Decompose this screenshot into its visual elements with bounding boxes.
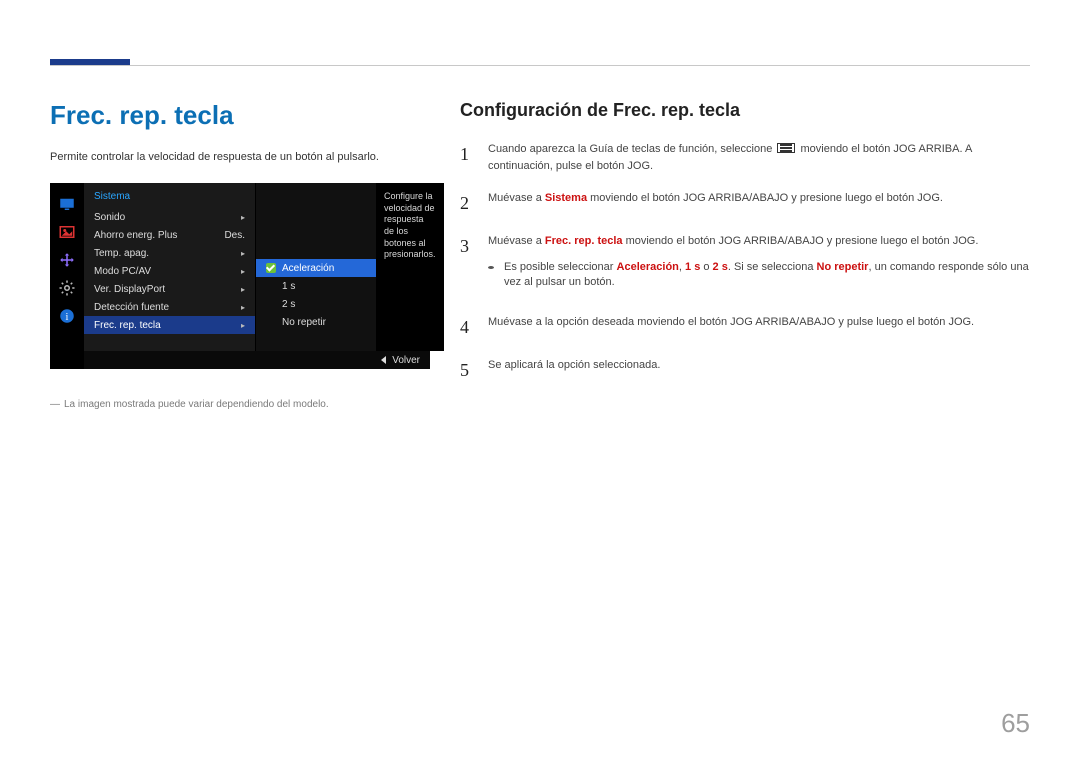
step-num-1: 1	[460, 141, 474, 174]
osd-footer: Volver	[84, 351, 430, 369]
chevron-right-icon: ▸	[241, 267, 245, 276]
osd-item-ahorro: Ahorro energ. PlusDes.	[84, 226, 255, 244]
header-rule	[50, 65, 1030, 66]
step-1: 1 Cuando aparezca la Guía de teclas de f…	[460, 141, 1030, 174]
chevron-right-icon: ▸	[241, 249, 245, 258]
left-column: Frec. rep. tecla Permite controlar la ve…	[50, 100, 430, 410]
osd-item-frecrep: Frec. rep. tecla▸	[84, 316, 255, 334]
check-icon	[266, 263, 276, 273]
intro-text: Permite controlar la velocidad de respue…	[50, 151, 430, 163]
step-num-3: 3	[460, 233, 474, 298]
step-4: 4 Muévase a la opción deseada moviendo e…	[460, 314, 1030, 341]
osd-sub-2s: 2 s	[256, 295, 376, 313]
chevron-right-icon: ▸	[241, 213, 245, 222]
chevron-right-icon: ▸	[241, 321, 245, 330]
osd-sub-norepetir: No repetir	[256, 313, 376, 331]
chevron-right-icon: ▸	[241, 285, 245, 294]
step-num-5: 5	[460, 357, 474, 384]
back-triangle-icon	[381, 356, 386, 364]
picture-icon	[56, 221, 78, 243]
osd-sub-aceleracion: Aceleración	[256, 259, 376, 277]
osd-item-modopc: Modo PC/AV▸	[84, 262, 255, 280]
osd-footer-label: Volver	[392, 355, 420, 366]
svg-text:i: i	[66, 312, 69, 323]
move-icon	[56, 249, 78, 271]
step-num-2: 2	[460, 190, 474, 217]
osd-item-deteccion: Detección fuente▸	[84, 298, 255, 316]
menu-icon	[777, 143, 795, 153]
bullet-icon	[488, 266, 494, 269]
gear-icon	[56, 277, 78, 299]
right-column: Configuración de Frec. rep. tecla 1 Cuan…	[460, 100, 1030, 410]
footnote: ―La imagen mostrada puede variar dependi…	[50, 399, 430, 410]
osd-item-displayport: Ver. DisplayPort▸	[84, 280, 255, 298]
osd-menu-header: Sistema	[84, 183, 255, 208]
step-3: 3 Muévase a Frec. rep. tecla moviendo el…	[460, 233, 1030, 298]
osd-submenu: Aceleración 1 s 2 s No repetir	[256, 183, 376, 351]
osd-description: Configure la velocidad de respuesta de l…	[376, 183, 444, 351]
osd-menu: Sistema Sonido▸ Ahorro energ. PlusDes. T…	[84, 183, 256, 351]
info-icon: i	[56, 305, 78, 327]
step-num-4: 4	[460, 314, 474, 341]
section-title: Frec. rep. tecla	[50, 100, 430, 131]
osd-screenshot: i Sistema Sonido▸ Ahorro energ. PlusDes.…	[50, 183, 430, 369]
osd-sidebar: i	[50, 183, 84, 369]
step-5: 5 Se aplicará la opción seleccionada.	[460, 357, 1030, 384]
osd-sub-1s: 1 s	[256, 277, 376, 295]
step-2: 2 Muévase a Sistema moviendo el botón JO…	[460, 190, 1030, 217]
osd-item-temp: Temp. apag.▸	[84, 244, 255, 262]
bullet-note: Es posible seleccionar Aceleración, 1 s …	[488, 260, 1030, 291]
monitor-icon	[56, 193, 78, 215]
chevron-right-icon: ▸	[241, 303, 245, 312]
page-number: 65	[1001, 708, 1030, 739]
osd-item-sonido: Sonido▸	[84, 208, 255, 226]
config-title: Configuración de Frec. rep. tecla	[460, 100, 1030, 121]
